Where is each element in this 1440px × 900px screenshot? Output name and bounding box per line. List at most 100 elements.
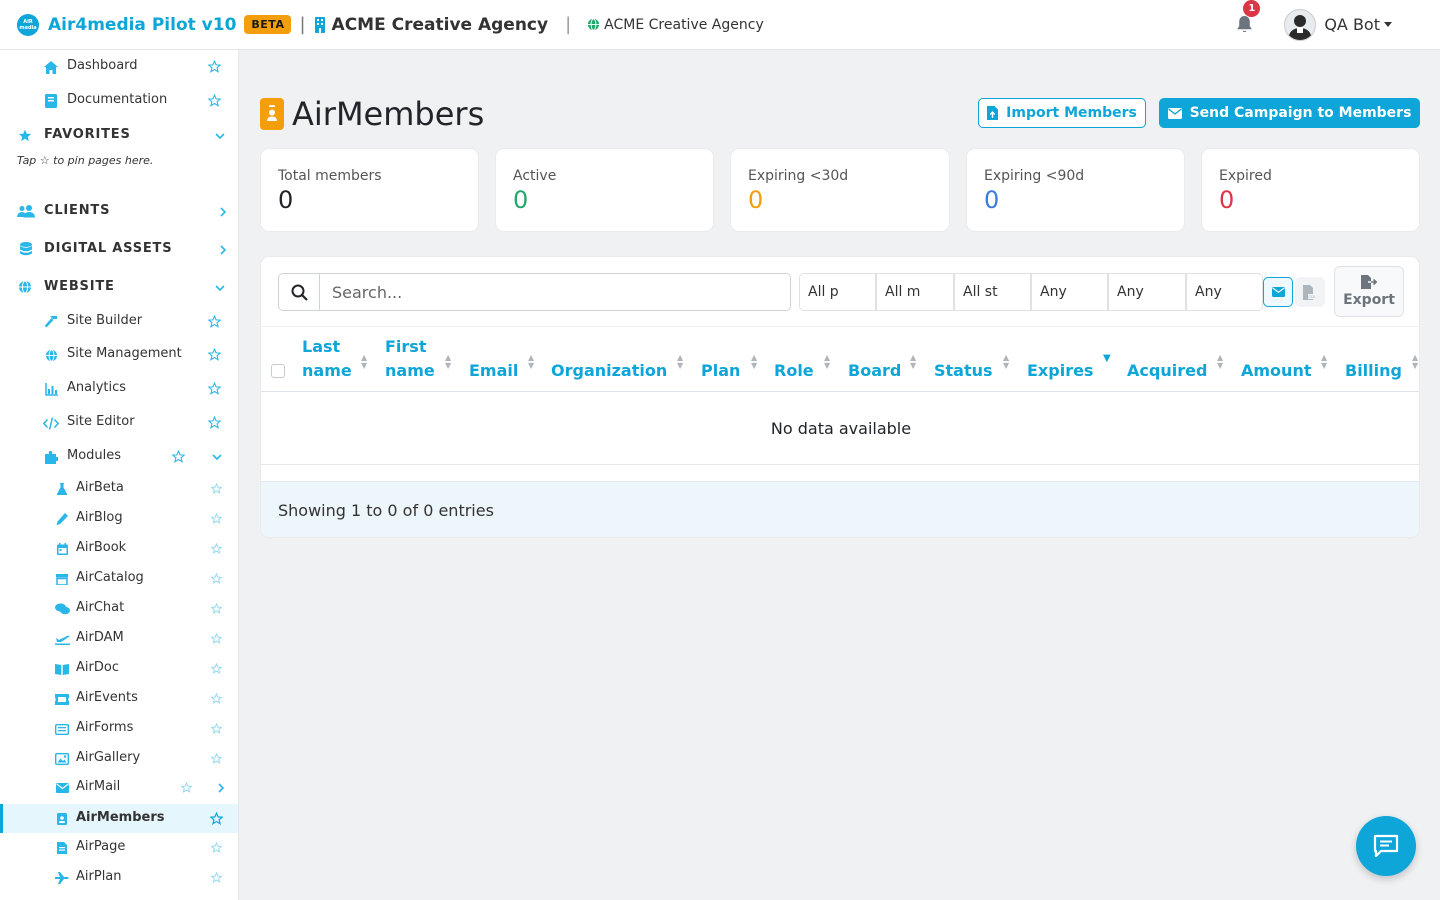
any-filter-select-2[interactable]: Any <box>1108 273 1186 311</box>
sidebar-item-dashboard[interactable]: Dashboard <box>0 56 238 78</box>
search-button[interactable] <box>278 273 320 311</box>
search-input[interactable] <box>319 273 791 311</box>
star-icon[interactable] <box>211 603 224 616</box>
sidebar-section-website[interactable]: WEBSITE <box>0 277 238 299</box>
chevron-right-icon[interactable] <box>218 207 228 217</box>
column-header-role[interactable]: Role <box>774 359 814 383</box>
star-icon[interactable] <box>210 812 223 825</box>
star-icon[interactable] <box>172 450 185 463</box>
any-filter-select-1[interactable]: Any <box>1031 273 1108 311</box>
sidebar-item-airplan[interactable]: AirPlan <box>0 867 238 889</box>
sort-icon[interactable]: ▲ ▼ <box>824 354 830 370</box>
star-icon[interactable] <box>211 513 224 526</box>
star-icon[interactable] <box>208 94 221 107</box>
sidebar-item-airdam[interactable]: AirDAM <box>0 628 238 650</box>
send-campaign-button[interactable]: Send Campaign to Members <box>1159 98 1420 128</box>
star-icon[interactable] <box>211 753 224 766</box>
sidebar-item-airchat[interactable]: AirChat <box>0 598 238 620</box>
sidebar-item-airbook[interactable]: AirBook <box>0 538 238 560</box>
sidebar-item-airmembers[interactable]: AirMembers <box>0 804 238 833</box>
star-icon[interactable] <box>211 723 224 736</box>
csv-filter-toggle[interactable]: csv <box>1295 277 1325 307</box>
sort-icon[interactable]: ▲ ▼ <box>528 354 534 370</box>
member-filter-select[interactable]: All m <box>876 273 954 311</box>
sort-icon[interactable]: ▲ ▼ <box>445 354 451 370</box>
sort-icon[interactable]: ▲ ▼ <box>910 354 916 370</box>
select-all-checkbox[interactable] <box>271 364 285 378</box>
sidebar-item-modules[interactable]: Modules <box>0 446 238 468</box>
star-icon[interactable] <box>211 543 224 556</box>
brand-name[interactable]: Air4media Pilot v10 <box>48 15 236 35</box>
sort-icon[interactable]: ▲ ▼ <box>751 354 757 370</box>
export-button[interactable]: Export <box>1334 266 1404 317</box>
column-header-amount[interactable]: Amount <box>1241 359 1311 383</box>
sort-icon[interactable]: ▲ ▼ <box>1321 354 1327 370</box>
sort-icon[interactable]: ▲ ▼ <box>361 354 367 370</box>
site-switcher[interactable]: ACME Creative Agency <box>587 17 764 33</box>
email-filter-toggle[interactable] <box>1263 277 1293 307</box>
sidebar-item-airforms[interactable]: AirForms <box>0 718 238 740</box>
sidebar-item-documentation[interactable]: Documentation <box>0 90 238 112</box>
sidebar-item-site-editor[interactable]: Site Editor <box>0 412 238 434</box>
chevron-down-icon[interactable] <box>1384 21 1392 28</box>
column-header-board[interactable]: Board <box>848 359 901 383</box>
plan-filter-select[interactable]: All p <box>799 273 876 311</box>
sidebar-section-digital-assets[interactable]: DIGITAL ASSETS <box>0 239 238 261</box>
column-header-organization[interactable]: Organization <box>551 359 667 383</box>
sidebar-item-airbeta[interactable]: AirBeta <box>0 478 238 500</box>
column-header-billing[interactable]: Billing <box>1345 359 1402 383</box>
brand[interactable]: AIR media Air4media Pilot v10 BETA <box>17 13 292 36</box>
star-icon[interactable] <box>211 663 224 676</box>
chevron-down-icon[interactable] <box>215 283 225 293</box>
column-header-first-name[interactable]: First name <box>385 335 435 383</box>
sidebar-item-airevents[interactable]: AirEvents <box>0 688 238 710</box>
star-icon[interactable] <box>211 693 224 706</box>
sidebar-item-label: AirDAM <box>76 630 124 645</box>
chevron-right-icon[interactable] <box>218 245 228 255</box>
sidebar-item-aircatalog[interactable]: AirCatalog <box>0 568 238 590</box>
star-icon[interactable] <box>211 633 224 646</box>
star-icon[interactable] <box>208 315 221 328</box>
column-header-last-name[interactable]: Last name <box>302 335 352 383</box>
user-menu-name[interactable]: QA Bot <box>1324 15 1380 34</box>
sidebar-item-site-builder[interactable]: Site Builder <box>0 311 238 333</box>
star-icon[interactable] <box>211 573 224 586</box>
sidebar-item-airgallery[interactable]: AirGallery <box>0 748 238 770</box>
star-icon[interactable] <box>208 416 221 429</box>
sort-icon[interactable]: ▲ ▼ <box>1412 354 1418 370</box>
sidebar-item-analytics[interactable]: Analytics <box>0 378 238 400</box>
chevron-down-icon[interactable] <box>212 452 222 462</box>
column-header-plan[interactable]: Plan <box>701 359 740 383</box>
column-header-acquired[interactable]: Acquired <box>1127 359 1207 383</box>
agency-switcher[interactable]: ACME Creative Agency <box>314 15 548 35</box>
column-header-email[interactable]: Email <box>469 359 518 383</box>
sidebar-item-airmail[interactable]: AirMail <box>0 777 238 799</box>
notifications-button[interactable]: 1 <box>1232 0 1261 37</box>
star-icon[interactable] <box>181 782 194 795</box>
sidebar-section-clients[interactable]: CLIENTS <box>0 201 238 223</box>
sidebar-item-airpage[interactable]: AirPage <box>0 837 238 859</box>
star-icon[interactable] <box>211 872 224 885</box>
sidebar-section-favorites[interactable]: FAVORITES <box>0 125 238 147</box>
sort-icon[interactable]: ▲ ▼ <box>677 354 683 370</box>
avatar[interactable] <box>1284 8 1317 41</box>
sidebar-item-airblog[interactable]: AirBlog <box>0 508 238 530</box>
sidebar-item-airdoc[interactable]: AirDoc <box>0 658 238 680</box>
star-icon[interactable] <box>208 382 221 395</box>
any-filter-select-3[interactable]: Any <box>1186 273 1263 311</box>
chat-button[interactable] <box>1356 816 1416 876</box>
sort-icon[interactable]: ▲ ▼ <box>1217 354 1223 370</box>
status-filter-select[interactable]: All st <box>954 273 1031 311</box>
sort-desc-icon[interactable]: ▼ <box>1103 354 1111 364</box>
sort-icon[interactable]: ▲ ▼ <box>1003 354 1009 370</box>
column-header-status[interactable]: Status <box>934 359 993 383</box>
star-icon[interactable] <box>208 348 221 361</box>
chevron-right-icon[interactable] <box>216 783 226 793</box>
star-icon[interactable] <box>208 60 221 73</box>
star-icon[interactable] <box>211 842 224 855</box>
column-header-expires[interactable]: Expires <box>1027 359 1093 383</box>
star-icon[interactable] <box>211 483 224 496</box>
import-members-button[interactable]: Import Members <box>978 98 1146 128</box>
sidebar-item-site-management[interactable]: Site Management <box>0 344 238 366</box>
chevron-down-icon[interactable] <box>215 131 225 141</box>
